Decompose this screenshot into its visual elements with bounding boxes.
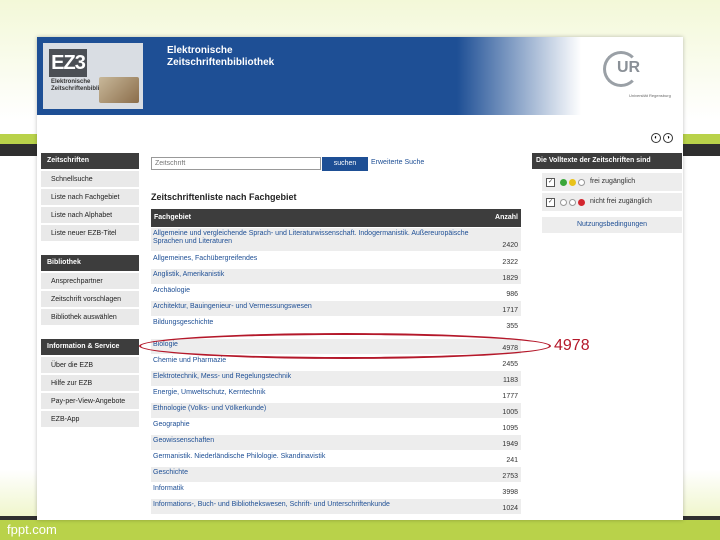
search-input[interactable] (151, 157, 321, 170)
subject-count: 2322 (502, 259, 518, 266)
header-fade (457, 37, 683, 115)
footer-credit: fppt.com (7, 522, 57, 537)
table-row[interactable]: Geographie 1095 (151, 419, 521, 435)
checkbox-free[interactable]: ✓ (546, 178, 555, 187)
table-row[interactable]: Geschichte 2753 (151, 467, 521, 483)
nav-item-hilfe[interactable]: Hilfe zur EZB (41, 375, 139, 392)
empty-dot-icon (578, 179, 585, 186)
checkbox-restricted[interactable]: ✓ (546, 198, 555, 207)
subject-link[interactable]: Energie, Umweltschutz, Kerntechnik (153, 389, 473, 397)
free-access-label: frei zugänglich (590, 178, 636, 185)
ezb-logo[interactable]: EZ3 Elektronische Zeitschriftenbibliothe… (43, 43, 143, 109)
column-header-subject: Fachgebiet (154, 214, 191, 221)
advanced-search-link[interactable]: Erweiterte Suche (371, 159, 424, 166)
nav-item-app[interactable]: EZB-App (41, 411, 139, 428)
empty-dot-icon (569, 199, 576, 206)
subject-count: 986 (506, 291, 518, 298)
filter-free-access[interactable]: ✓ frei zugänglich (542, 173, 682, 191)
empty-dot-icon (560, 199, 567, 206)
subject-link[interactable]: Geographie (153, 421, 473, 429)
subject-count: 1005 (502, 409, 518, 416)
page-title: Zeitschriftenliste nach Fachgebiet (151, 192, 297, 202)
red-dot-icon (578, 199, 585, 206)
column-header-count: Anzahl (495, 214, 518, 221)
nav-item-pay-per-view[interactable]: Pay-per-View-Angebote (41, 393, 139, 410)
subject-count: 2753 (502, 473, 518, 480)
logo-subtitle: Elektronische Zeitschriftenbibliothek (51, 79, 116, 92)
subject-count: 1777 (502, 393, 518, 400)
subject-count: 1095 (502, 425, 518, 432)
subject-link[interactable]: Elektrotechnik, Mess- und Regelungstechn… (153, 373, 473, 381)
table-row[interactable]: Elektrotechnik, Mess- und Regelungstechn… (151, 371, 521, 387)
nav-item-alphabet[interactable]: Liste nach Alphabet (41, 207, 139, 224)
table-row[interactable]: Allgemeines, Fachübergreifendes 2322 (151, 253, 521, 269)
table-row[interactable]: Archäologie 986 (151, 285, 521, 301)
table-row[interactable]: Geowissenschaften 1949 (151, 435, 521, 451)
site-title-line2: Zeitschriftenbibliothek (167, 57, 275, 68)
green-dot-icon (560, 179, 567, 186)
table-row[interactable]: Energie, Umweltschutz, Kerntechnik 1777 (151, 387, 521, 403)
subject-count: 3998 (502, 489, 518, 496)
table-header: Fachgebiet Anzahl (151, 209, 521, 227)
restricted-access-label: nicht frei zugänglich (590, 198, 652, 205)
table-row[interactable]: Informatik 3998 (151, 483, 521, 499)
logo-mark: EZ3 (49, 49, 87, 77)
table-row[interactable]: Informations-, Buch- und Bibliothekswese… (151, 499, 521, 515)
book-icon (99, 77, 139, 103)
university-logo-text: UR (617, 59, 641, 76)
language-icons: ◐ ◑ (649, 126, 673, 144)
subject-link[interactable]: Informations-, Buch- und Bibliothekswese… (153, 501, 473, 509)
university-name: Universität Regensburg (629, 93, 671, 98)
bottom-green-band (0, 520, 720, 540)
nav-item-bibliothek-auswaehlen[interactable]: Bibliothek auswählen (41, 309, 139, 326)
subject-count: 2455 (502, 361, 518, 368)
access-legend-title: Die Volltexte der Zeitschriften sind (532, 153, 682, 169)
subject-link[interactable]: Architektur, Bauingenieur- und Vermessun… (153, 303, 473, 311)
subject-link[interactable]: Geschichte (153, 469, 473, 477)
terms-of-use-link[interactable]: Nutzungsbedingungen (542, 217, 682, 233)
nav-item-vorschlagen[interactable]: Zeitschrift vorschlagen (41, 291, 139, 308)
nav-item-schnellsuche[interactable]: Schnellsuche (41, 171, 139, 188)
subject-count: 1949 (502, 441, 518, 448)
subject-count: 2420 (502, 242, 518, 249)
search-button[interactable]: suchen (322, 157, 368, 171)
subject-link[interactable]: Allgemeines, Fachübergreifendes (153, 255, 473, 263)
nav-section-information: Information & Service (41, 339, 139, 355)
highlight-callout: 4978 (554, 337, 590, 354)
subject-count: 1829 (502, 275, 518, 282)
subject-link[interactable]: Anglistik, Amerikanistik (153, 271, 473, 279)
subject-link[interactable]: Archäologie (153, 287, 473, 295)
table-row[interactable]: Allgemeine und vergleichende Sprach- und… (151, 228, 521, 252)
subject-link[interactable]: Ethnologie (Volks- und Völkerkunde) (153, 405, 473, 413)
filter-restricted-access[interactable]: ✓ nicht frei zugänglich (542, 193, 682, 211)
nav-item-ansprechpartner[interactable]: Ansprechpartner (41, 273, 139, 290)
ezb-screenshot: EZ3 Elektronische Zeitschriftenbibliothe… (37, 37, 683, 520)
subject-count: 1024 (502, 505, 518, 512)
subject-count: 1717 (502, 307, 518, 314)
site-title-line1: Elektronische (167, 45, 233, 56)
subject-link[interactable]: Allgemeine und vergleichende Sprach- und… (153, 230, 473, 246)
nav-section-zeitschriften: Zeitschriften (41, 153, 139, 169)
table-row[interactable]: Germanistik. Niederländische Philologie.… (151, 451, 521, 467)
subject-link[interactable]: Geowissenschaften (153, 437, 473, 445)
yellow-dot-icon (569, 179, 576, 186)
nav-section-bibliothek: Bibliothek (41, 255, 139, 271)
highlight-ellipse (139, 333, 551, 359)
subject-link[interactable]: Informatik (153, 485, 473, 493)
site-title: Elektronische Zeitschriftenbibliothek (167, 45, 274, 69)
table-row[interactable]: Bildungsgeschichte 355 (151, 317, 521, 333)
subject-link[interactable]: Germanistik. Niederländische Philologie.… (153, 453, 473, 461)
table-row[interactable]: Ethnologie (Volks- und Völkerkunde) 1005 (151, 403, 521, 419)
table-row[interactable]: Architektur, Bauingenieur- und Vermessun… (151, 301, 521, 317)
nav-item-neue-titel[interactable]: Liste neuer EZB-Titel (41, 225, 139, 242)
subject-count: 1183 (502, 377, 518, 384)
nav-item-ueber-ezb[interactable]: Über die EZB (41, 357, 139, 374)
subject-count: 241 (506, 457, 518, 464)
subject-count: 355 (506, 323, 518, 330)
subject-link[interactable]: Bildungsgeschichte (153, 319, 473, 327)
nav-item-fachgebiet[interactable]: Liste nach Fachgebiet (41, 189, 139, 206)
table-row[interactable]: Anglistik, Amerikanistik 1829 (151, 269, 521, 285)
language-en-icon[interactable]: ◑ (663, 133, 673, 143)
language-de-icon[interactable]: ◐ (651, 133, 661, 143)
